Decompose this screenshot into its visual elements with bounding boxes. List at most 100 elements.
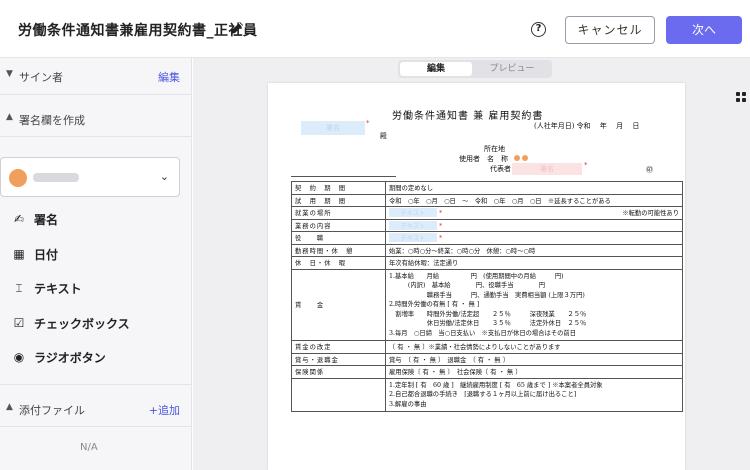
radio-icon: ◉ [13, 350, 25, 364]
table-row: 保険関係 雇用保険〔 有 ・ 無 〕 社会保険〔 有 ・ 無 〕 [291, 365, 683, 379]
signers-label: サイン者 [19, 71, 63, 84]
wage-line: 割増率 時間外労働/法定超 ２５％ 深夜残業 ２５％ [389, 310, 587, 318]
field-date[interactable]: ▦ 日付 [12, 244, 182, 266]
field-radio[interactable]: ◉ ラジオボタン [12, 347, 182, 369]
wage-line: 休日労働/法定休日 ３５％ 法定外休日 ２５％ [389, 320, 587, 327]
edit-signers-link[interactable]: 編集 [158, 69, 180, 85]
row-head: 賃 金 [291, 268, 386, 341]
wage-line: 2.時間外労働の有無 [ 有 ・ 無 ] [389, 301, 480, 308]
signature-icon: ✍ [13, 212, 25, 226]
required-marker: * [366, 119, 370, 127]
field-label: 日付 [34, 248, 59, 262]
wage-line: (内訳) 基本給 円、役職手当 円 [389, 282, 546, 289]
row-head: 役 職 [291, 231, 386, 245]
wage-line: 1.基本給 月給 円 (使用期間中の月給 円) [389, 272, 564, 280]
underline [291, 176, 396, 177]
row-head [291, 377, 386, 412]
row-head: 就業の場所 [291, 206, 386, 220]
field-label: 署名 [34, 213, 59, 227]
table-row: 勤務時間・休 憩始業：○時○分〜終業：○時○分 休憩：○時〜○時 [291, 243, 683, 257]
row-head: 業務の内容 [291, 218, 386, 232]
wage-body: 1.基本給 月給 円 (使用期間中の月給 円) (内訳) 基本給 円、役職手当 … [385, 268, 683, 341]
chevron-up-icon: ▲ [6, 112, 13, 122]
table-row: 賃金の改定〔 有 ・ 無 〕※業績・社会情勢によりしないことがあります [291, 340, 683, 354]
attachments-section-header[interactable]: ▲ 添付ファイル +追加 [0, 402, 192, 418]
address-label: 所在地 [484, 145, 505, 153]
view-toggle: 編集 プレビュー [398, 60, 552, 78]
text-field[interactable]: テキスト [389, 233, 437, 243]
field-label: ラジオボタン [34, 351, 106, 365]
row-head: 賞与・退職金 [291, 352, 386, 366]
row-head: 契 約 期 間 [291, 181, 386, 195]
wage-line: 職務手当 円、通勤手当 実費相当額 (上限３万円) [389, 291, 585, 299]
document-page: 労働条件通知書 兼 雇用契約書 (人社年月日) 令和 年 月 日 署名 * 殿 … [268, 83, 685, 470]
company-stamp-marker [514, 155, 520, 161]
grid-icon[interactable] [736, 92, 746, 102]
chevron-down-icon: ▼ [6, 69, 13, 79]
tab-edit[interactable]: 編集 [400, 62, 472, 76]
field-label: チェックボックス [34, 317, 130, 331]
chevron-down-icon: ⌄ [159, 170, 169, 183]
company-stamp-marker [522, 155, 528, 161]
row-body: 年次有給休暇：法定通り [385, 256, 683, 270]
signer-name-redacted [33, 173, 79, 182]
document-title: 労働条件通知書兼雇用契約書_正社員 [18, 23, 258, 39]
table-row: 1.定年制 [ 有 60 歳 ] 継続雇用制度 [ 有 65 歳まで ] ※本案… [291, 377, 683, 412]
retire-line: 2.自己都合退職の手続き [退職する１ヶ月以上前に届け出ること] [389, 391, 577, 398]
attachments-empty: N/A [80, 442, 98, 453]
seal-mark: ㊞ [646, 166, 653, 174]
document-heading: 労働条件通知書 兼 雇用契約書 [392, 111, 544, 122]
row-body: 令和 ○年 ○月 ○日 〜 令和 ○年 ○月 ○日 ※延長することがある [385, 193, 683, 207]
row-head: 休 日・休 暇 [291, 256, 386, 270]
date-line: (人社年月日) 令和 年 月 日 [534, 122, 640, 130]
field-checkbox[interactable]: ☑ チェックボックス [12, 313, 182, 335]
attachments-label: 添付ファイル [19, 404, 85, 417]
next-button[interactable]: 次へ [666, 16, 742, 44]
row-body: テキスト * ※転勤の可能性あり [385, 206, 683, 220]
row-head: 賃金の改定 [291, 340, 386, 354]
help-icon[interactable]: ? [531, 22, 546, 37]
signers-section-header[interactable]: ▼ サイン者 編集 [0, 69, 192, 85]
checkbox-icon: ☑ [13, 316, 25, 330]
calendar-icon: ▦ [13, 247, 25, 261]
signature-field-employee[interactable]: 署名 [301, 121, 365, 135]
signer-select[interactable]: ⌄ [0, 157, 180, 197]
row-body: テキスト * [385, 218, 683, 232]
create-signature-section-header[interactable]: ▲ 署名欄を作成 [0, 112, 192, 127]
table-row: 契 約 期 間期間の定めなし [291, 181, 683, 195]
company-label: 使用者 名 称 [459, 155, 508, 163]
text-field[interactable]: テキスト [389, 208, 437, 218]
create-signature-label: 署名欄を作成 [19, 114, 85, 127]
text-field[interactable]: テキスト [389, 220, 437, 230]
wage-line: 3.毎月 ○日締 当○日支払い ※支払日が休日の場合はその前日 [389, 329, 577, 337]
field-text[interactable]: ⌶ テキスト [12, 278, 182, 300]
row-body: 始業：○時○分〜終業：○時○分 休憩：○時〜○時 [385, 243, 683, 257]
top-bar: 労働条件通知書兼雇用契約書_正社員 ? キャンセル 次へ [0, 0, 750, 58]
table-row: 賞与・退職金 賞与 〔 有 ・ 無 〕 退職金 〔 有 ・ 無 〕 [291, 352, 683, 366]
row-head: 保険関係 [291, 365, 386, 379]
cancel-button[interactable]: キャンセル [565, 16, 655, 44]
field-signature[interactable]: ✍ 署名 [12, 209, 182, 231]
signature-field-representative[interactable]: 署名 [512, 163, 582, 175]
pencil-icon[interactable] [229, 20, 245, 36]
table-row: 就業の場所 テキスト * ※転勤の可能性あり [291, 206, 683, 220]
text-icon: ⌶ [15, 281, 23, 295]
retire-line: 3.解雇の事由 [389, 400, 427, 408]
chevron-up-icon: ▲ [6, 402, 13, 412]
row-head: 試 用 期 間 [291, 193, 386, 207]
divider [0, 426, 192, 427]
table-row: 試 用 期 間令和 ○年 ○月 ○日 〜 令和 ○年 ○月 ○日 ※延長すること… [291, 193, 683, 207]
table-row: 賃 金 1.基本給 月給 円 (使用期間中の月給 円) (内訳) 基本給 円、役… [291, 268, 683, 341]
divider [0, 136, 192, 137]
tab-preview[interactable]: プレビュー [476, 62, 548, 76]
row-body: テキスト * [385, 231, 683, 245]
row-body: 〔 有 ・ 無 〕※業績・社会情勢によりしないことがあります [385, 340, 683, 354]
table-row: 業務の内容 テキスト * [291, 218, 683, 232]
row-body: 期間の定めなし [385, 181, 683, 195]
retire-line: 1.定年制 [ 有 60 歳 ] 継続雇用制度 [ 有 65 歳まで ] ※本案… [389, 381, 603, 389]
row-note: ※転勤の可能性あり [622, 210, 679, 218]
dono-text: 殿 [380, 132, 387, 140]
avatar [9, 169, 27, 187]
row-body: 雇用保険〔 有 ・ 無 〕 社会保険〔 有 ・ 無 〕 [385, 365, 683, 379]
add-attachment-link[interactable]: +追加 [149, 402, 180, 418]
